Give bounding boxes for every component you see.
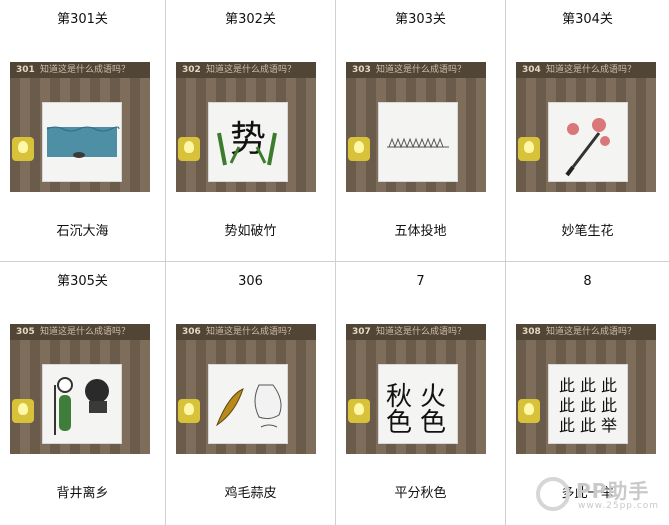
answer-label: 背井离乡 — [56, 486, 109, 501]
card-character: 此 — [559, 376, 575, 395]
level-cell: 第302关 302 知道这是什么成语吗？ 势势如破竹 — [166, 0, 336, 262]
watermark-url: www.25pp.com — [578, 501, 660, 511]
level-cell: 306 306 知道这是什么成语吗？ 鸡毛蒜皮 — [166, 262, 336, 525]
level-title: 7 — [416, 274, 425, 289]
level-badge: 301 — [16, 65, 35, 75]
level-grid: 第301关 301 知道这是什么成语吗？ 石沉大海 第302关 302 知道这是什么成语吗？… — [0, 0, 669, 525]
panel-header: 304 知道这是什么成语吗？ — [516, 62, 656, 78]
panel-question: 知道这是什么成语吗？ — [40, 327, 131, 337]
puzzle-card — [208, 364, 288, 444]
answer-label: 势如破竹 — [224, 224, 277, 239]
card-character: 此 — [559, 396, 575, 415]
row-divider — [0, 261, 669, 262]
panel-question: 知道这是什么成语吗？ — [206, 327, 297, 337]
level-title: 第301关 — [57, 12, 108, 27]
answer-label: 石沉大海 — [56, 224, 109, 239]
card-character: 色 — [420, 408, 446, 438]
panel-header: 303 知道这是什么成语吗？ — [346, 62, 486, 78]
puzzle-card — [42, 102, 122, 182]
level-cell: 第305关 305 知道这是什么成语吗？ 背井离乡 — [0, 262, 166, 525]
level-cell: 7 307 知道这是什么成语吗？ 秋火色色平分秋色 — [336, 262, 506, 525]
puzzle-panel[interactable]: 306 知道这是什么成语吗？ — [176, 324, 316, 454]
level-title: 306 — [238, 274, 263, 289]
level-title: 第302关 — [225, 12, 276, 27]
puzzle-card — [378, 102, 458, 182]
puzzle-panel[interactable]: 303 知道这是什么成语吗？ — [346, 62, 486, 192]
puzzle-panel[interactable]: 308 知道这是什么成语吗？此此此此此此此此举 — [516, 324, 656, 454]
watermark-brand: PP助手 — [576, 479, 650, 503]
panel-header: 305 知道这是什么成语吗？ — [10, 324, 150, 340]
puzzle-panel[interactable]: 307 知道这是什么成语吗？ 秋火色色 — [346, 324, 486, 454]
card-character: 此 — [601, 396, 617, 415]
card-character: 此 — [580, 396, 596, 415]
level-title: 第304关 — [562, 12, 613, 27]
hint-bulb-icon[interactable] — [12, 399, 34, 423]
hint-bulb-icon[interactable] — [518, 137, 540, 161]
pp-logo-icon — [536, 477, 570, 511]
level-badge: 308 — [522, 327, 541, 337]
level-badge: 307 — [352, 327, 371, 337]
hint-bulb-icon[interactable] — [348, 399, 370, 423]
hint-bulb-icon[interactable] — [12, 137, 34, 161]
hint-bulb-icon[interactable] — [518, 399, 540, 423]
level-title: 8 — [583, 274, 592, 289]
puzzle-card: 秋火色色 — [378, 364, 458, 444]
puzzle-card — [548, 102, 628, 182]
puzzle-card: 此此此此此此此此举 — [548, 364, 628, 444]
panel-question: 知道这是什么成语吗？ — [40, 65, 131, 75]
answer-label: 妙笔生花 — [561, 224, 614, 239]
puzzle-panel[interactable]: 304 知道这是什么成语吗？ — [516, 62, 656, 192]
panel-header: 302 知道这是什么成语吗？ — [176, 62, 316, 78]
card-character: 此 — [580, 376, 596, 395]
watermark: PP助手 www.25pp.com — [536, 473, 666, 519]
level-badge: 303 — [352, 65, 371, 75]
card-character: 色 — [386, 408, 412, 438]
card-character: 此 — [580, 416, 596, 435]
card-character: 举 — [601, 416, 617, 435]
panel-header: 307 知道这是什么成语吗？ — [346, 324, 486, 340]
level-badge: 302 — [182, 65, 201, 75]
level-badge: 305 — [16, 327, 35, 337]
panel-question: 知道这是什么成语吗？ — [546, 327, 637, 337]
puzzle-card — [42, 364, 122, 444]
puzzle-panel[interactable]: 301 知道这是什么成语吗？ — [10, 62, 150, 192]
level-cell: 第303关 303 知道这是什么成语吗？ 五体投地 — [336, 0, 506, 262]
level-title: 第303关 — [395, 12, 446, 27]
level-badge: 306 — [182, 327, 201, 337]
panel-header: 308 知道这是什么成语吗？ — [516, 324, 656, 340]
level-badge: 304 — [522, 65, 541, 75]
panel-question: 知道这是什么成语吗？ — [376, 327, 467, 337]
puzzle-panel[interactable]: 302 知道这是什么成语吗？ 势 — [176, 62, 316, 192]
panel-question: 知道这是什么成语吗？ — [206, 65, 297, 75]
level-title: 第305关 — [57, 274, 108, 289]
hint-bulb-icon[interactable] — [348, 137, 370, 161]
hint-bulb-icon[interactable] — [178, 137, 200, 161]
hint-bulb-icon[interactable] — [178, 399, 200, 423]
puzzle-card: 势 — [208, 102, 288, 182]
answer-label: 五体投地 — [394, 224, 447, 239]
panel-question: 知道这是什么成语吗？ — [546, 65, 637, 75]
card-character: 此 — [601, 376, 617, 395]
panel-header: 301 知道这是什么成语吗？ — [10, 62, 150, 78]
level-cell: 第304关 304 知道这是什么成语吗？ 妙笔生花 — [506, 0, 669, 262]
panel-header: 306 知道这是什么成语吗？ — [176, 324, 316, 340]
puzzle-panel[interactable]: 305 知道这是什么成语吗？ — [10, 324, 150, 454]
panel-question: 知道这是什么成语吗？ — [376, 65, 467, 75]
answer-label: 平分秋色 — [394, 486, 447, 501]
level-cell: 第301关 301 知道这是什么成语吗？ 石沉大海 — [0, 0, 166, 262]
answer-label: 鸡毛蒜皮 — [224, 486, 277, 501]
card-character: 此 — [559, 416, 575, 435]
